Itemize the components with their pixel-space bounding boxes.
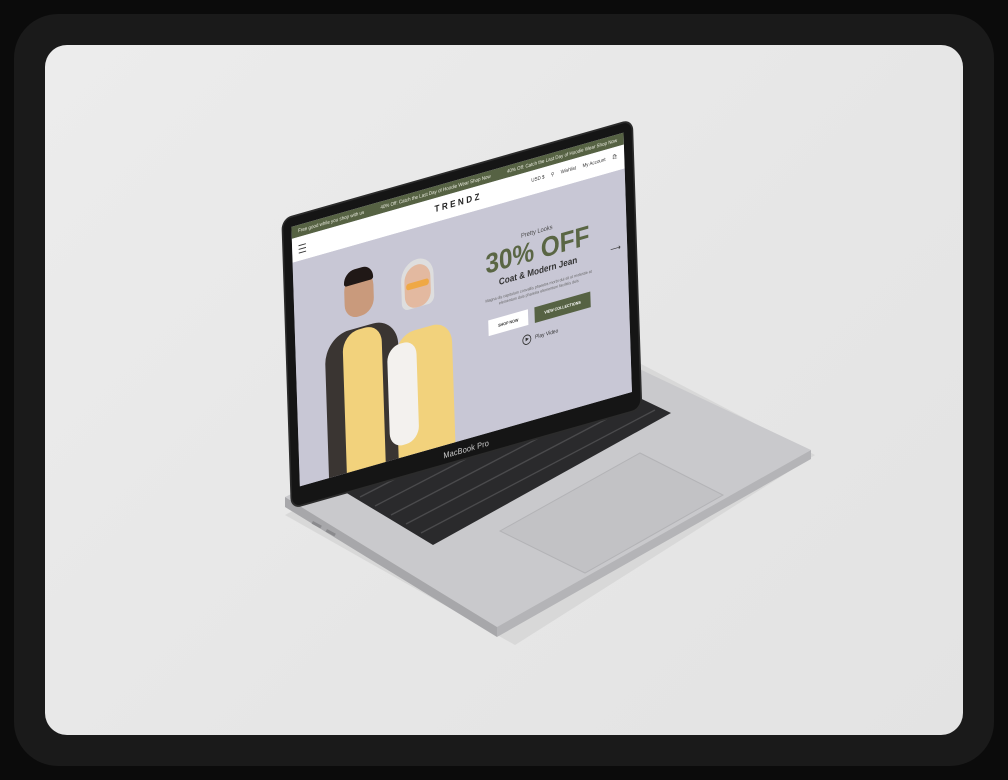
play-video-label[interactable]: Play Video — [535, 328, 558, 340]
cart-icon[interactable]: 🛍 — [612, 154, 618, 161]
account-link[interactable]: My Account — [582, 157, 605, 169]
mockup-card: Free good while you shop with us 40% Off… — [45, 45, 963, 735]
play-icon[interactable] — [521, 333, 532, 347]
hero-copy: Pretty Looks 30% OFF Coat & Modern Jean … — [464, 208, 613, 362]
next-slide-icon[interactable]: ⟶ — [610, 242, 621, 255]
menu-icon[interactable] — [298, 243, 307, 254]
currency-selector[interactable]: USD $ — [531, 175, 544, 184]
model-woman-coat — [386, 339, 420, 449]
model-man-hoodie — [342, 323, 387, 487]
shop-now-button[interactable]: SHOP NOW — [488, 309, 529, 337]
search-icon[interactable]: ⚲ — [551, 172, 554, 178]
wishlist-link[interactable]: Wishlist — [561, 166, 577, 176]
